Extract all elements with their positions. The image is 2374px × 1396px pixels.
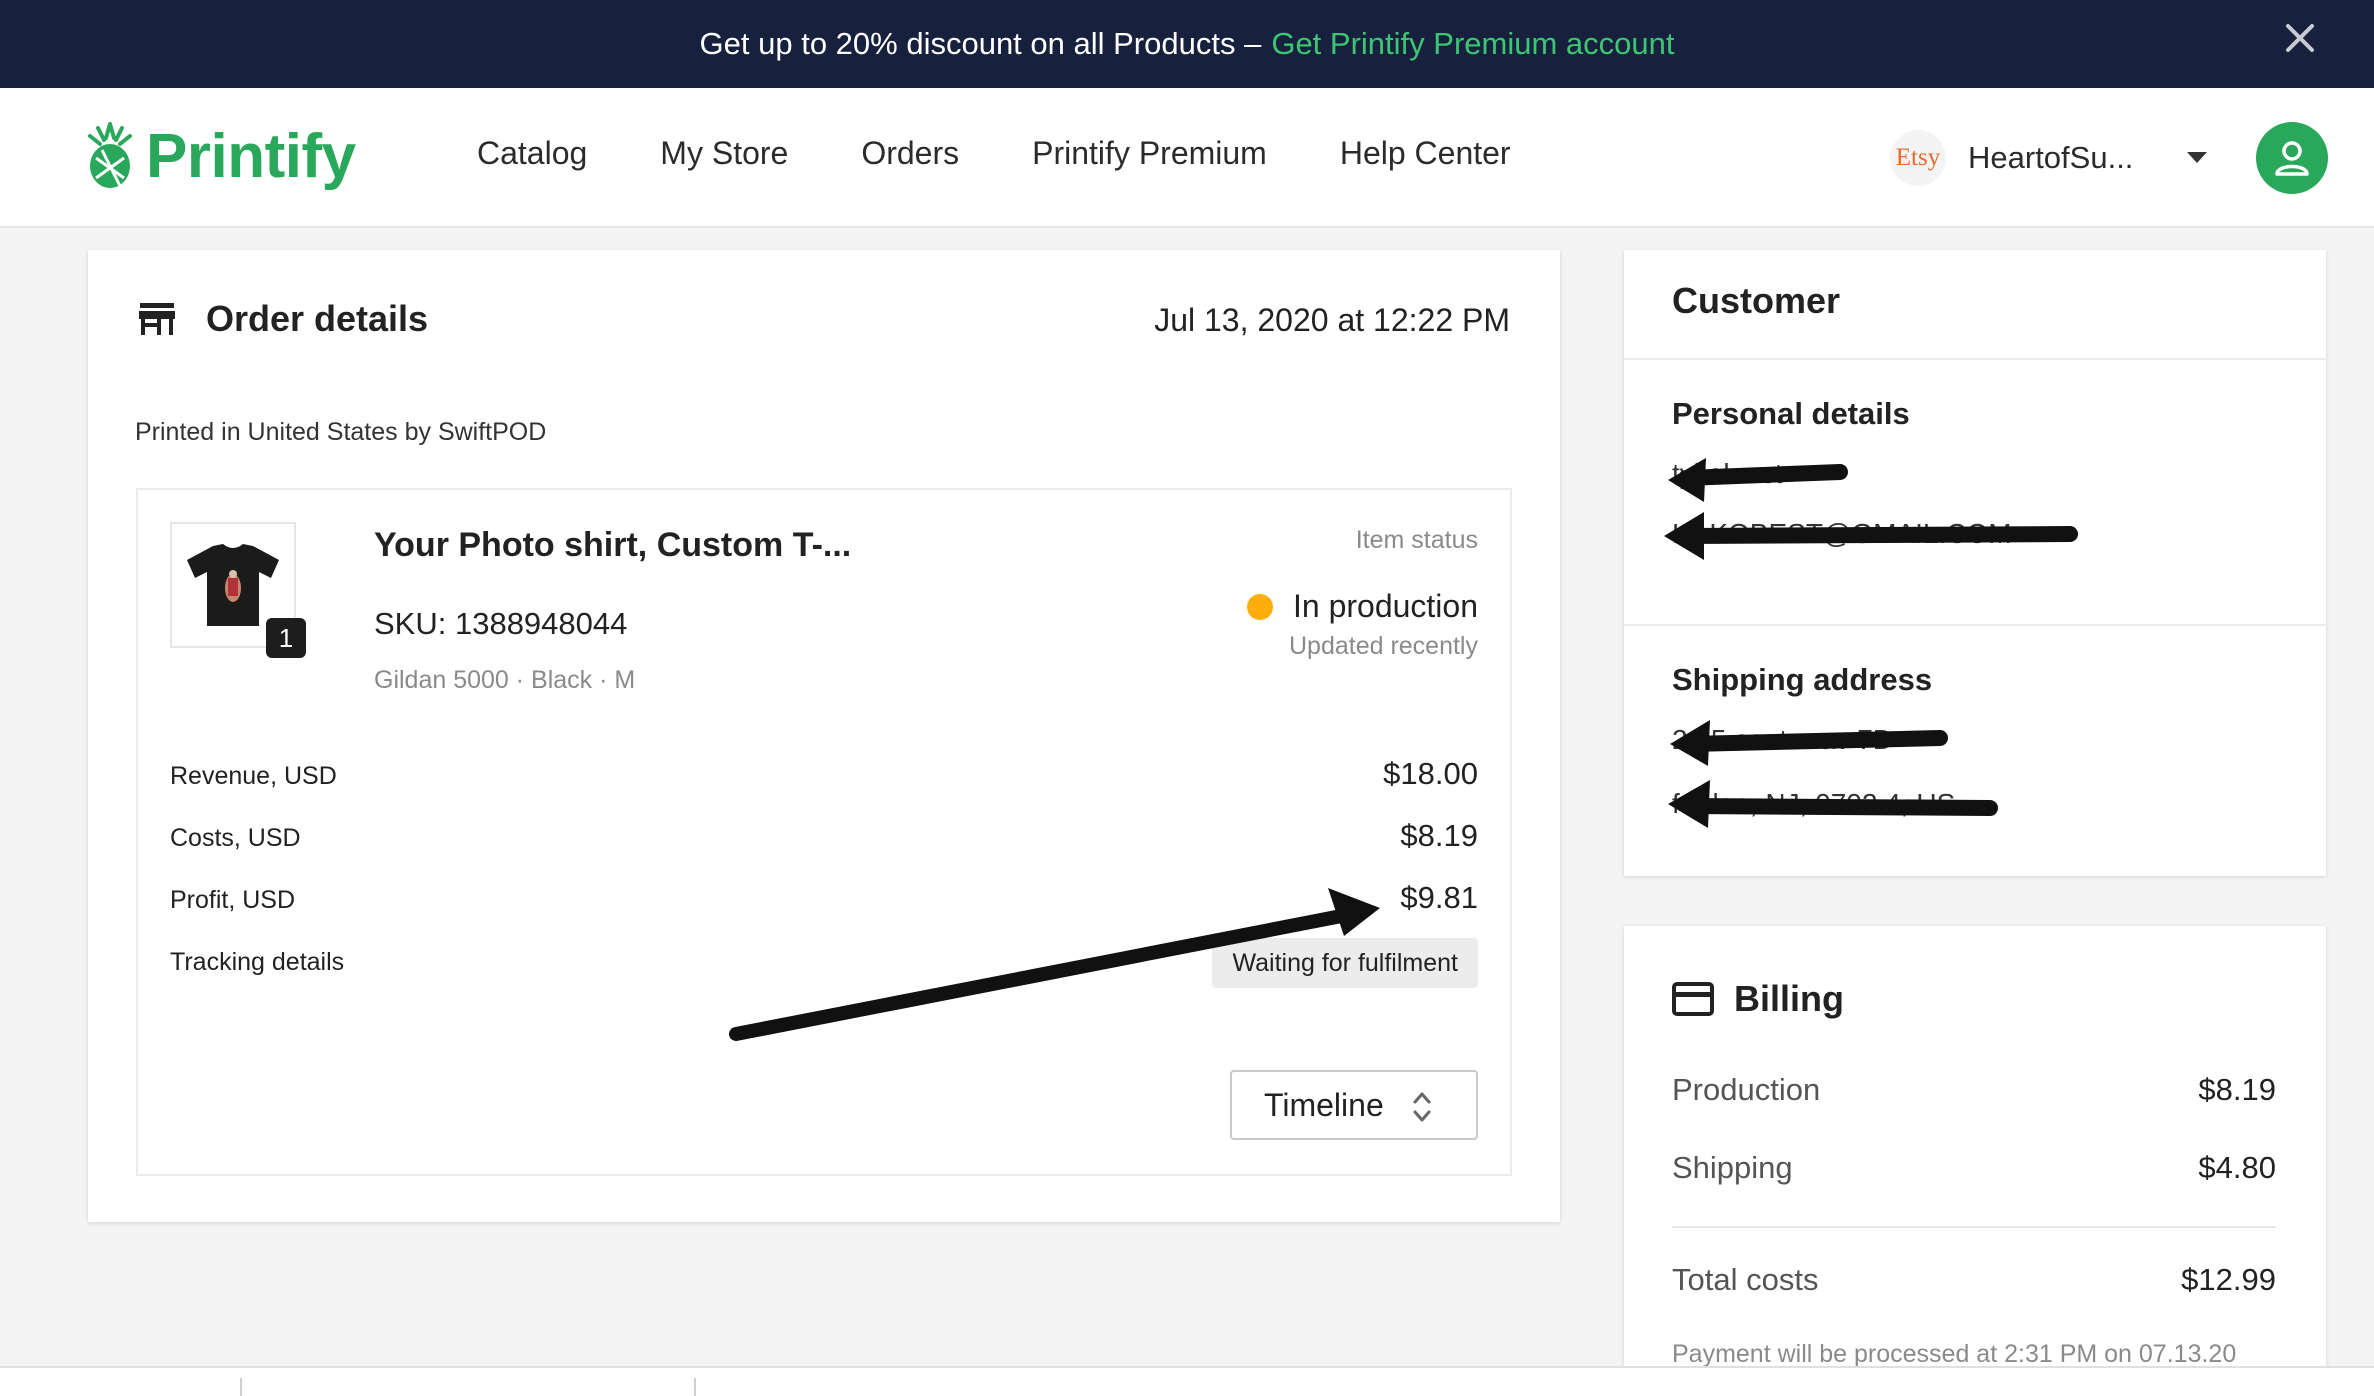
customer-name-redacted: tyl el..est xyxy=(1672,458,1783,489)
user-avatar[interactable] xyxy=(2256,122,2328,194)
caret-down-icon xyxy=(2187,152,2207,163)
production-value: $8.19 xyxy=(2198,1072,2276,1107)
production-label: Production xyxy=(1672,1072,1821,1107)
address-line1-redacted: 2 55 center av 7D xyxy=(1672,724,1894,755)
credit-card-icon xyxy=(1672,982,1714,1016)
quantity-badge: 1 xyxy=(266,618,306,658)
personal-divider xyxy=(1624,624,2326,626)
nav-help-center[interactable]: Help Center xyxy=(1340,135,1511,172)
status-dot-icon xyxy=(1246,593,1273,620)
close-icon[interactable] xyxy=(2280,18,2320,58)
pineapple-logo-icon xyxy=(88,122,132,188)
nav-my-store[interactable]: My Store xyxy=(660,135,788,172)
costs-value: $8.19 xyxy=(1400,818,1478,853)
item-variant: Gildan 5000 · Black · M xyxy=(374,666,636,694)
profit-label: Profit, USD xyxy=(170,886,296,914)
item-status-label: Item status xyxy=(1355,526,1478,554)
user-icon xyxy=(2275,141,2309,176)
item-sku: SKU: 1388948044 xyxy=(374,606,628,641)
tshirt-image xyxy=(187,544,279,626)
shipping-value: $4.80 xyxy=(2198,1150,2276,1185)
billing-title: Billing xyxy=(1734,978,1844,1019)
tracking-status-badge: Waiting for fulfilment xyxy=(1212,938,1478,988)
status-value: In production xyxy=(1292,588,1478,624)
total-costs-value: $12.99 xyxy=(2181,1262,2276,1297)
order-header: Order details xyxy=(138,298,428,340)
item-name[interactable]: Your Photo shirt, Custom T-... xyxy=(374,526,851,565)
bottom-bar xyxy=(0,1366,2374,1396)
premium-link[interactable]: Get Printify Premium account xyxy=(1271,26,1674,62)
store-name: HeartofSu... xyxy=(1968,140,2134,175)
nav-catalog[interactable]: Catalog xyxy=(477,135,587,172)
customer-card: Customer Personal details tyl el..est KA… xyxy=(1624,250,2326,876)
sort-chevrons-icon xyxy=(1413,1092,1431,1122)
promo-text: Get up to 20% discount on all Products – xyxy=(699,26,1262,61)
store-icon xyxy=(139,303,175,335)
nav-orders[interactable]: Orders xyxy=(861,135,959,172)
profit-value: $9.81 xyxy=(1400,880,1478,915)
nav-printify-premium[interactable]: Printify Premium xyxy=(1032,135,1267,172)
item-status: In production xyxy=(1246,588,1478,625)
timeline-button[interactable]: Timeline xyxy=(1230,1070,1478,1140)
shipping-address-title: Shipping address xyxy=(1672,662,1933,697)
customer-divider xyxy=(1624,358,2326,360)
payment-note: Payment will be processed at 2:31 PM on … xyxy=(1672,1340,2237,1368)
billing-card: Billing Production $8.19 Shipping $4.80 … xyxy=(1624,926,2326,1396)
printify-logo[interactable]: Printify xyxy=(84,120,356,192)
status-updated: Updated recently xyxy=(1288,632,1478,660)
customer-email-redacted: KAKOBEST@GMAIL.COM xyxy=(1672,518,2012,549)
revenue-value: $18.00 xyxy=(1383,756,1478,791)
revenue-label: Revenue, USD xyxy=(170,762,337,790)
shipping-label: Shipping xyxy=(1672,1150,1793,1185)
store-selector[interactable]: Etsy HeartofSu... xyxy=(1890,125,2208,191)
bottom-divider xyxy=(694,1378,696,1396)
customer-title: Customer xyxy=(1672,280,1841,321)
billing-divider xyxy=(1672,1226,2276,1228)
timeline-label: Timeline xyxy=(1264,1086,1384,1123)
address-line2-redacted: f rt lee, NJ, 0702 4, US xyxy=(1672,788,1956,819)
bottom-divider xyxy=(240,1378,242,1396)
top-header: Printify Catalog My Store Orders Printif… xyxy=(0,88,2374,228)
printed-by: Printed in United States by SwiftPOD xyxy=(135,418,547,446)
main-nav: Catalog My Store Orders Printify Premium… xyxy=(477,135,1584,172)
order-date: Jul 13, 2020 at 12:22 PM xyxy=(1154,302,1510,338)
order-title: Order details xyxy=(206,298,429,339)
total-costs-label: Total costs xyxy=(1672,1262,1819,1297)
tracking-label: Tracking details xyxy=(170,948,345,976)
billing-header: Billing xyxy=(1672,978,1844,1020)
order-item: 1 Your Photo shirt, Custom T-... SKU: 13… xyxy=(136,488,1512,1176)
logo-text: Printify xyxy=(146,121,356,191)
promo-banner: Get up to 20% discount on all Products –… xyxy=(0,0,2374,88)
order-details-card: Order details Jul 13, 2020 at 12:22 PM P… xyxy=(88,250,1560,1222)
personal-details-title: Personal details xyxy=(1672,396,1910,431)
etsy-badge: Etsy xyxy=(1890,130,1946,186)
costs-label: Costs, USD xyxy=(170,824,301,852)
